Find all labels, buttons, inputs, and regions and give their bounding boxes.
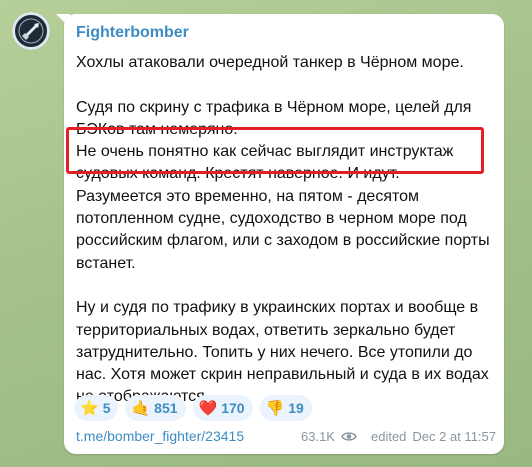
reaction-count: 5 — [102, 400, 111, 416]
message-paragraph: Ну и судя по трафику в украинских портах… — [76, 299, 489, 405]
star-icon: ⭐ — [80, 399, 99, 417]
message-text: Хохлы атаковали очередной танкер в Чёрно… — [76, 52, 496, 409]
reaction-thumbs-down[interactable]: 👎 19 — [259, 395, 312, 421]
reaction-count: 851 — [154, 400, 178, 416]
edited-label: edited — [370, 428, 407, 444]
reaction-call-me-hand[interactable]: 🤙 851 — [125, 395, 186, 421]
message-paragraph: Судя по скрину с трафика в Чёрном море, … — [76, 98, 472, 138]
eye-icon — [341, 431, 357, 441]
view-count: 63.1K — [301, 428, 335, 444]
reaction-star[interactable]: ⭐ 5 — [74, 395, 119, 421]
fighterbomber-logo-icon — [13, 13, 49, 49]
channel-name[interactable]: Fighterbomber — [76, 24, 189, 42]
message-footer: t.me/bomber_fighter/23415 63.1K edited D… — [76, 428, 496, 444]
reaction-count: 170 — [221, 400, 245, 416]
timestamp: Dec 2 at 11:57 — [412, 428, 496, 444]
message-paragraph: Хохлы атаковали очередной танкер в Чёрно… — [76, 54, 464, 71]
post-link[interactable]: t.me/bomber_fighter/23415 — [76, 428, 244, 444]
message-meta: 63.1K edited Dec 2 at 11:57 — [301, 429, 496, 444]
reactions-bar: ⭐ 5 🤙 851 ❤️ 170 👎 19 — [74, 395, 312, 421]
heart-icon: ❤️ — [198, 399, 218, 417]
thumbs-down-icon: 👎 — [265, 399, 285, 417]
message-bubble: Fighterbomber Хохлы атаковали очередной … — [64, 14, 504, 454]
message-paragraph: Разумеется это временно, на пятом - деся… — [76, 187, 490, 272]
reaction-count: 19 — [288, 400, 304, 416]
reaction-heart[interactable]: ❤️ 170 — [192, 395, 253, 421]
message-paragraph-highlighted: Не очень понятно как сейчас выглядит инс… — [76, 143, 454, 183]
channel-avatar[interactable] — [12, 12, 50, 50]
call-me-hand-icon: 🤙 — [131, 399, 151, 417]
